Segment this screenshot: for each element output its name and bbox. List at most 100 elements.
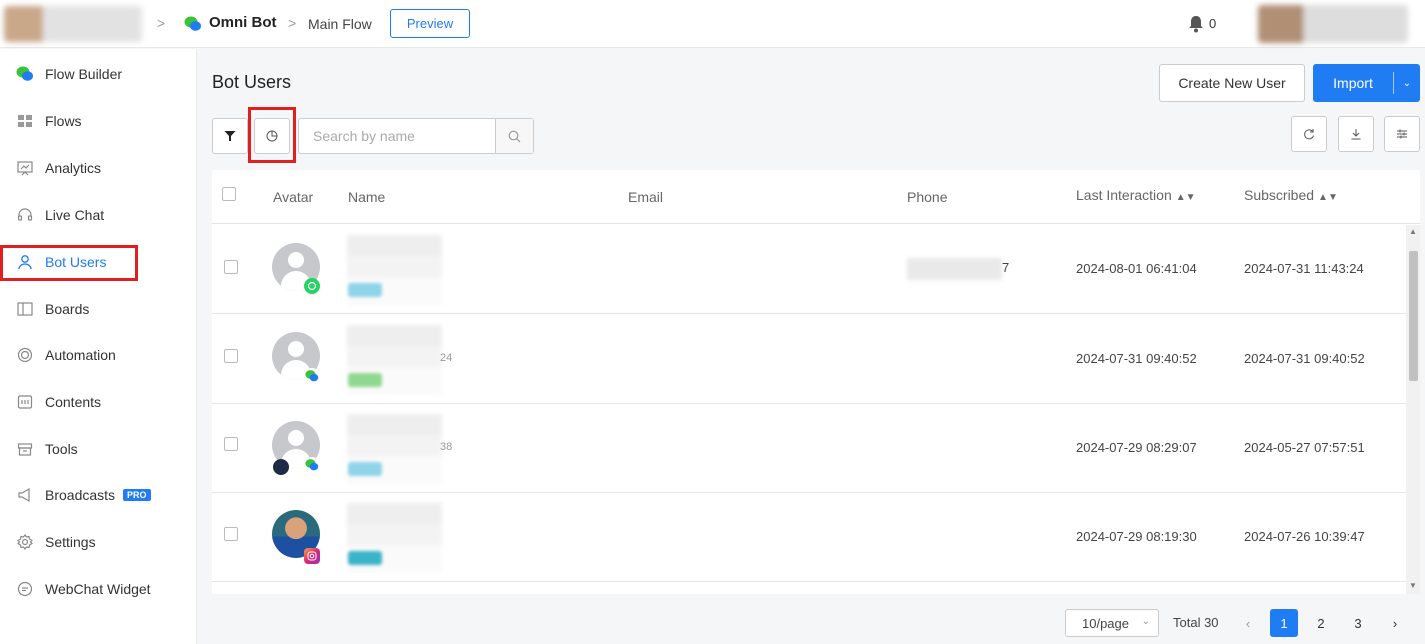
sidebar-item-flows[interactable]: Flows <box>0 101 197 141</box>
chevron-down-icon: ⌄ <box>1141 616 1150 627</box>
bot-name[interactable]: Omni Bot <box>209 14 277 31</box>
automation-icon <box>16 346 34 364</box>
sliders-icon <box>1397 129 1407 139</box>
sidebar-item-bot-users[interactable]: Bot Users <box>0 242 197 282</box>
channel-icon <box>273 459 289 475</box>
sidebar-item-flow-builder[interactable]: Flow Builder <box>0 54 197 94</box>
next-page-icon[interactable]: › <box>1381 609 1409 637</box>
column-label: Subscribed <box>1244 187 1315 203</box>
column-label: Last Interaction <box>1076 187 1172 203</box>
sidebar-item-label: Automation <box>45 347 116 363</box>
instagram-icon <box>304 548 320 564</box>
breadcrumb-separator: > <box>288 15 297 31</box>
table-row[interactable]: 38 2024-07-29 08:29:07 2024-05-27 07:57:… <box>212 404 1406 493</box>
flow-name[interactable]: Main Flow <box>308 16 372 32</box>
create-new-user-button[interactable]: Create New User <box>1159 64 1305 102</box>
import-label: Import <box>1333 75 1373 91</box>
sidebar-item-label: Flows <box>45 113 82 129</box>
column-name: Name <box>348 189 386 205</box>
segment-button[interactable] <box>254 118 290 154</box>
sidebar-item-analytics[interactable]: Analytics <box>0 148 197 188</box>
sidebar-item-tools[interactable]: Tools <box>0 429 197 469</box>
sidebar-item-contents[interactable]: Contents <box>0 382 197 422</box>
search-box <box>298 118 534 154</box>
sidebar-item-label: Contents <box>45 394 102 410</box>
page-size-select[interactable]: 10/page ⌄ <box>1065 609 1159 637</box>
table-header: Avatar Name Email Phone Last Interaction… <box>212 170 1420 224</box>
sidebar-item-label: Settings <box>45 534 96 550</box>
headset-icon <box>16 206 34 224</box>
scroll-up-icon[interactable]: ▲ <box>1409 227 1417 236</box>
gear-icon <box>16 533 34 551</box>
sort-icon: ▲▼ <box>1318 192 1338 203</box>
phone-suffix: 7 <box>1002 260 1010 275</box>
subscribed-date: 2024-05-27 07:57:51 <box>1244 440 1365 455</box>
subscribed-date: 2024-07-31 11:43:24 <box>1244 261 1364 276</box>
column-avatar: Avatar <box>273 189 314 205</box>
sidebar-item-live-chat[interactable]: Live Chat <box>0 195 197 235</box>
webchat-icon <box>304 457 320 473</box>
column-last-interaction[interactable]: Last Interaction ▲▼ <box>1076 187 1196 203</box>
tools-icon <box>16 440 34 458</box>
bell-icon[interactable] <box>1186 14 1206 34</box>
chat-icon <box>16 580 34 598</box>
chat-bubbles-icon <box>16 65 34 83</box>
tag-redacted <box>348 283 382 297</box>
table-scrollbar[interactable]: ▲ ▼ <box>1406 225 1420 594</box>
page-2[interactable]: 2 <box>1307 609 1335 637</box>
download-button[interactable] <box>1338 116 1374 152</box>
prev-page-icon[interactable]: ‹ <box>1234 609 1262 637</box>
sidebar-item-label: Boards <box>45 301 90 317</box>
contents-icon <box>16 393 34 411</box>
column-subscribed[interactable]: Subscribed ▲▼ <box>1244 187 1338 203</box>
sidebar-item-label: Bot Users <box>45 254 107 270</box>
column-settings-button[interactable] <box>1384 116 1420 152</box>
scroll-down-icon[interactable]: ▼ <box>1409 581 1417 590</box>
search-input[interactable] <box>299 119 495 153</box>
last-interaction: 2024-08-01 06:41:04 <box>1076 261 1197 276</box>
top-bar: > Omni Bot > Main Flow Preview 0 <box>0 0 1425 48</box>
workspace-switcher[interactable] <box>4 6 142 42</box>
last-interaction: 2024-07-31 09:40:52 <box>1076 351 1197 366</box>
sidebar-item-automation[interactable]: Automation <box>0 335 197 375</box>
last-interaction: 2024-07-29 08:19:30 <box>1076 529 1197 544</box>
chart-icon <box>16 159 34 177</box>
pro-badge: PRO <box>123 489 151 501</box>
bot-icon <box>184 16 201 31</box>
chevron-down-icon[interactable]: ⌄ <box>1394 78 1420 89</box>
row-checkbox[interactable] <box>224 527 238 541</box>
page-1[interactable]: 1 <box>1270 609 1298 637</box>
tag-redacted <box>348 462 382 476</box>
megaphone-icon <box>16 486 34 504</box>
filter-button[interactable] <box>212 118 248 154</box>
sidebar-item-broadcasts[interactable]: Broadcasts PRO <box>0 475 197 515</box>
table-row[interactable]: 7 2024-08-01 06:41:04 2024-07-31 11:43:2… <box>212 225 1406 314</box>
sidebar-item-boards[interactable]: Boards <box>0 289 197 329</box>
pagination-total: Total 30 <box>1173 615 1219 630</box>
scroll-thumb[interactable] <box>1409 251 1418 381</box>
row-checkbox[interactable] <box>224 260 238 274</box>
board-icon <box>16 300 34 318</box>
preview-button[interactable]: Preview <box>390 9 470 38</box>
subscribed-date: 2024-07-26 10:39:47 <box>1244 529 1365 544</box>
select-all-checkbox[interactable] <box>222 187 236 201</box>
page-3[interactable]: 3 <box>1344 609 1372 637</box>
row-checkbox[interactable] <box>224 349 238 363</box>
user-icon <box>16 253 34 271</box>
table-row[interactable]: 24 2024-07-31 09:40:52 2024-07-31 09:40:… <box>212 315 1406 404</box>
sidebar-item-settings[interactable]: Settings <box>0 522 197 562</box>
sidebar: Flow Builder Flows Analytics Live Chat B… <box>0 49 197 644</box>
grid-icon <box>16 112 34 130</box>
page-title: Bot Users <box>212 72 292 92</box>
user-profile-menu[interactable] <box>1258 5 1408 43</box>
row-checkbox[interactable] <box>224 437 238 451</box>
refresh-button[interactable] <box>1291 116 1327 152</box>
phone-redacted <box>907 258 1002 280</box>
sidebar-item-webchat-widget[interactable]: WebChat Widget <box>0 569 197 609</box>
import-button[interactable]: Import ⌄ <box>1313 64 1420 102</box>
table-row[interactable]: 2024-07-29 08:19:30 2024-07-26 10:39:47 <box>212 493 1406 582</box>
search-button[interactable] <box>495 119 533 153</box>
sidebar-item-label: Live Chat <box>45 207 105 223</box>
user-id-suffix: 38 <box>440 441 453 453</box>
notification-count: 0 <box>1209 16 1217 31</box>
